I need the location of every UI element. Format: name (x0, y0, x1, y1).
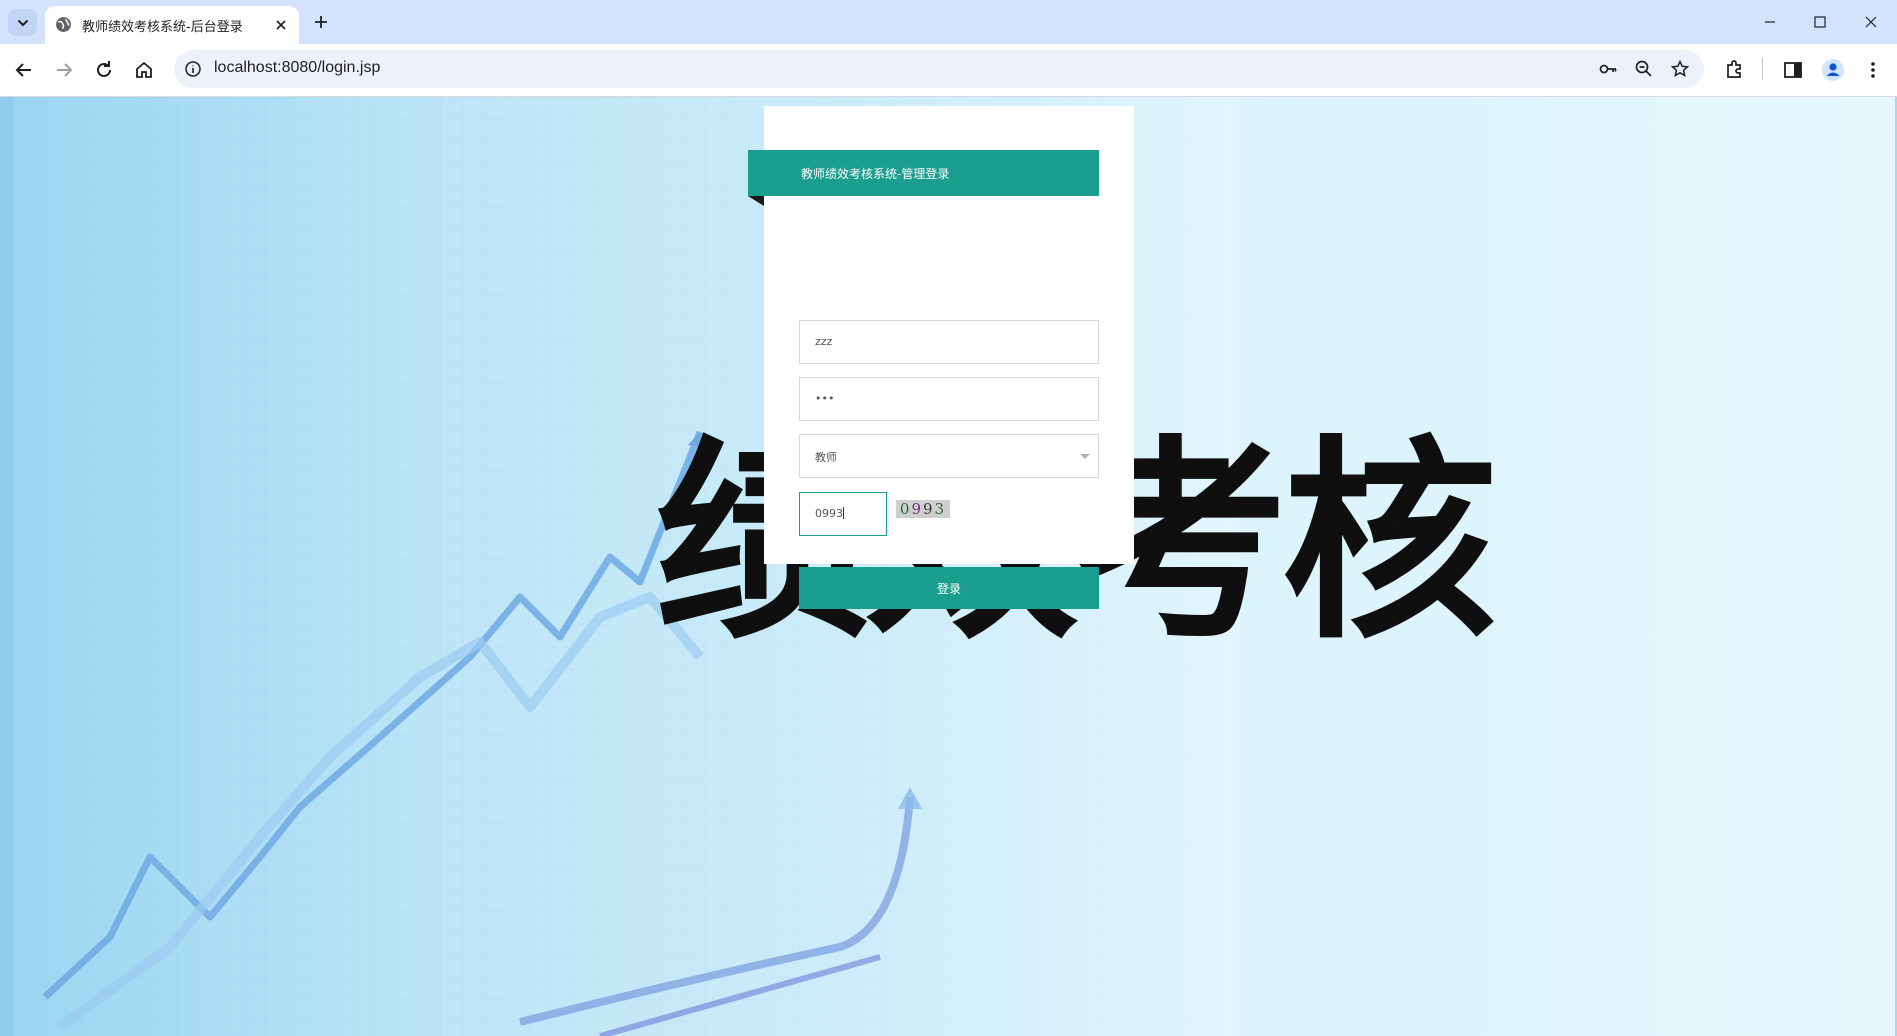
close-tab-icon[interactable] (273, 17, 289, 33)
caret-down-icon (1080, 454, 1090, 459)
reload-icon[interactable] (92, 58, 116, 82)
text-cursor (843, 507, 844, 519)
maximize-icon[interactable] (1808, 10, 1832, 34)
password-value: ••• (815, 392, 835, 405)
role-selected-value: 教师 (815, 451, 837, 464)
login-button[interactable]: 登录 (799, 567, 1099, 609)
username-value: zzz (815, 335, 833, 348)
captcha-input[interactable]: 0993 (799, 492, 887, 536)
ribbon-fold (748, 196, 764, 206)
password-key-icon[interactable] (1598, 59, 1618, 79)
browser-tab[interactable]: 教师绩效考核系统-后台登录 (45, 6, 299, 44)
tab-title: 教师绩效考核系统-后台登录 (82, 20, 243, 35)
new-tab-icon[interactable] (311, 12, 331, 32)
role-select[interactable]: 教师 (799, 434, 1099, 478)
captcha-input-value: 0993 (815, 507, 844, 520)
site-info-icon[interactable] (184, 60, 202, 78)
password-field[interactable]: ••• (799, 377, 1099, 421)
side-panel-icon[interactable] (1781, 58, 1805, 82)
globe-icon (56, 17, 71, 32)
forward-icon[interactable] (52, 58, 76, 82)
toolbar-separator (1762, 58, 1763, 80)
extensions-icon[interactable] (1722, 58, 1746, 82)
captcha-digit: 0 (899, 500, 912, 518)
close-window-icon[interactable] (1859, 10, 1883, 34)
url-text[interactable]: localhost:8080/login.jsp (214, 59, 380, 77)
login-title-bar: 教师绩效考核系统-管理登录 (748, 150, 1099, 196)
menu-icon[interactable] (1861, 58, 1885, 82)
login-title: 教师绩效考核系统-管理登录 (801, 167, 950, 181)
bookmark-star-icon[interactable] (1670, 59, 1690, 79)
captcha-digit: 9 (911, 500, 923, 518)
chevron-down-icon (17, 19, 28, 26)
home-icon[interactable] (132, 58, 156, 82)
captcha-image[interactable]: 0993 (896, 500, 950, 518)
address-bar[interactable]: localhost:8080/login.jsp (174, 50, 1704, 88)
tab-search-button[interactable] (8, 9, 37, 36)
captcha-digit: 3 (934, 500, 947, 518)
captcha-digit: 9 (923, 500, 935, 518)
zoom-icon[interactable] (1634, 59, 1654, 79)
minimize-icon[interactable] (1758, 10, 1782, 34)
tab-strip: 教师绩效考核系统-后台登录 (0, 0, 1897, 44)
left-edge-strip (0, 97, 14, 1036)
back-icon[interactable] (12, 58, 36, 82)
username-field[interactable]: zzz (799, 320, 1099, 364)
profile-icon[interactable] (1821, 58, 1845, 82)
browser-toolbar: localhost:8080/login.jsp (0, 44, 1897, 97)
